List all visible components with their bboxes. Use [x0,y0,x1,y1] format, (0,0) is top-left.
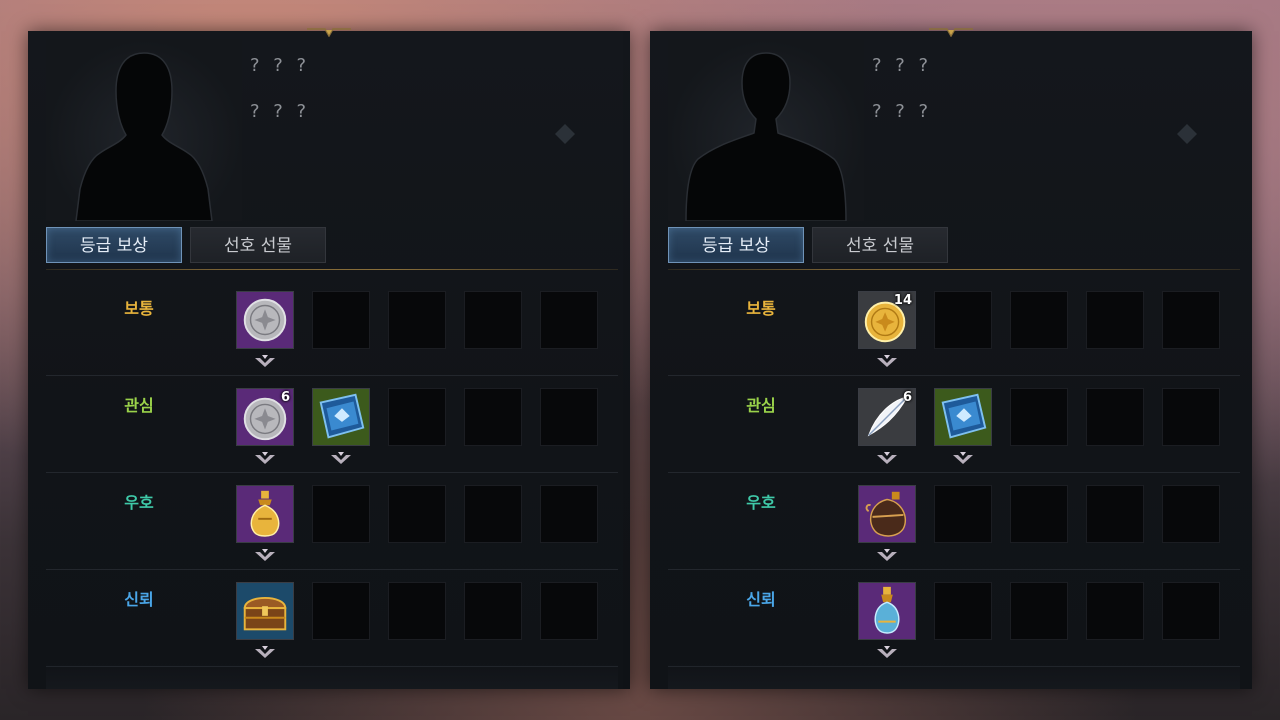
affinity-panel-right: ? ? ? ? ? ? 등급 보상 선호 선물 보통 14 관심 6 우호 신뢰 [650,28,1252,689]
reward-slot[interactable] [934,388,992,446]
empty-slot[interactable] [1010,291,1068,349]
silver-coin-icon [237,292,293,348]
reward-slot[interactable]: 6 [236,388,294,446]
character-name: ? ? ? [872,55,933,76]
faded-gem-icon [1177,124,1197,144]
reward-slot[interactable] [858,582,916,640]
tier-row-normal: 보통 14 [668,279,1240,376]
empty-slot[interactable] [1162,582,1220,640]
empty-slot[interactable] [934,485,992,543]
empty-slot[interactable] [1010,388,1068,446]
grade-icon [876,645,898,659]
empty-slot[interactable] [540,291,598,349]
grade-icon [952,451,974,465]
dark-perfume-icon [859,486,915,542]
tier-label: 관심 [124,396,154,415]
empty-slot[interactable] [388,485,446,543]
tier-row-trust: 신뢰 [46,570,618,667]
empty-slot[interactable] [1086,291,1144,349]
grade-icon [330,451,352,465]
ornament-icon [929,28,973,37]
character-title: ? ? ? [872,101,933,122]
tier-label: 신뢰 [124,590,154,609]
treasure-chest-icon [237,583,293,639]
faded-gem-icon [555,124,575,144]
tier-label: 보통 [124,299,154,318]
tier-label: 보통 [746,299,776,318]
grade-icon [254,645,276,659]
blue-potion-icon [859,583,915,639]
faded-status-block [520,123,610,193]
tier-label: 신뢰 [746,590,776,609]
tier-label: 우호 [746,493,776,512]
empty-slot[interactable] [1086,485,1144,543]
empty-slot[interactable] [934,582,992,640]
grade-icon [876,548,898,562]
tier-label: 관심 [746,396,776,415]
grade-icon [876,354,898,368]
empty-slot[interactable] [540,582,598,640]
empty-slot[interactable] [1162,485,1220,543]
empty-slot[interactable] [1010,485,1068,543]
reward-slot[interactable] [858,485,916,543]
tier-row-trust: 신뢰 [668,570,1240,667]
character-title: ? ? ? [250,101,311,122]
reward-slot[interactable] [236,291,294,349]
empty-slot[interactable] [464,485,522,543]
empty-slot[interactable] [540,388,598,446]
reward-slot[interactable]: 14 [858,291,916,349]
item-quantity: 14 [893,293,912,308]
empty-slot[interactable] [1162,291,1220,349]
blue-book-icon [313,389,369,445]
reward-slot[interactable] [312,388,370,446]
empty-slot[interactable] [388,388,446,446]
tab-grade-reward[interactable]: 등급 보상 [46,227,182,263]
grade-icon [254,548,276,562]
faded-status-block [1142,123,1232,193]
tier-row-normal: 보통 [46,279,618,376]
grade-icon [876,451,898,465]
tier-row-interest: 관심 6 [46,376,618,473]
empty-slot[interactable] [312,485,370,543]
divider [46,269,618,270]
empty-slot[interactable] [1162,388,1220,446]
empty-slot[interactable] [312,582,370,640]
tab-preferred-gift[interactable]: 선호 선물 [190,227,326,263]
blue-book-icon [935,389,991,445]
grade-icon [254,451,276,465]
list-bottom-fade [46,663,618,689]
tab-preferred-gift[interactable]: 선호 선물 [812,227,948,263]
reward-slot[interactable]: 6 [858,388,916,446]
ornament-icon [307,28,351,37]
reward-slot[interactable] [236,582,294,640]
tier-row-favor: 우호 [46,473,618,570]
empty-slot[interactable] [1086,582,1144,640]
empty-slot[interactable] [934,291,992,349]
tier-row-interest: 관심 6 [668,376,1240,473]
reward-slot[interactable] [236,485,294,543]
divider [668,269,1240,270]
empty-slot[interactable] [388,582,446,640]
affinity-panel-left: ? ? ? ? ? ? 등급 보상 선호 선물 보통 관심 6 우호 신뢰 [28,28,630,689]
empty-slot[interactable] [464,388,522,446]
item-quantity: 6 [280,390,290,405]
item-quantity: 6 [902,390,912,405]
empty-slot[interactable] [1086,388,1144,446]
tier-label: 우호 [124,493,154,512]
list-bottom-fade [668,663,1240,689]
grade-icon [254,354,276,368]
empty-slot[interactable] [388,291,446,349]
gold-perfume-icon [237,486,293,542]
character-silhouette-male [668,39,864,221]
empty-slot[interactable] [540,485,598,543]
empty-slot[interactable] [464,291,522,349]
empty-slot[interactable] [312,291,370,349]
empty-slot[interactable] [464,582,522,640]
tier-row-favor: 우호 [668,473,1240,570]
character-name: ? ? ? [250,55,311,76]
character-silhouette-female [46,39,242,221]
empty-slot[interactable] [1010,582,1068,640]
tab-grade-reward[interactable]: 등급 보상 [668,227,804,263]
